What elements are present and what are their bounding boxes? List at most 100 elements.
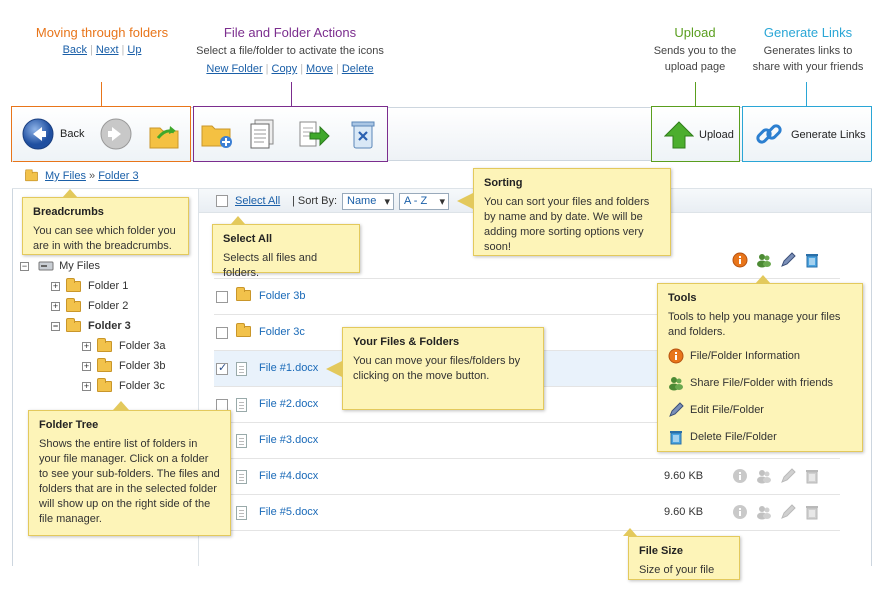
row-tools — [732, 504, 822, 522]
back-button[interactable]: Back — [22, 118, 92, 152]
edit-icon[interactable] — [780, 252, 796, 271]
document-icon — [236, 398, 247, 412]
tree-item-folder-1[interactable]: + Folder 1 — [51, 277, 128, 292]
share-icon[interactable] — [756, 468, 772, 487]
select-all-note: Select All Selects all files and folders… — [212, 224, 360, 279]
tools-note: Tools Tools to help you manage your file… — [657, 283, 863, 452]
tree-item-root[interactable]: − My Files — [20, 260, 100, 272]
file-name[interactable]: File #2.docx — [259, 398, 318, 410]
collapse-icon[interactable]: − — [20, 261, 29, 271]
expand-icon[interactable]: + — [82, 381, 91, 391]
tree-item-folder-2[interactable]: + Folder 2 — [51, 297, 129, 312]
sort-order-select[interactable]: A - Z ▾ — [399, 193, 449, 210]
list-item[interactable]: File #4.docx 9.60 KB — [214, 459, 840, 495]
upload-label: Upload — [699, 129, 734, 141]
document-icon — [236, 470, 247, 484]
tree-label: Folder 2 — [88, 300, 129, 312]
select-all-checkbox[interactable] — [216, 195, 228, 208]
delete-icon[interactable] — [350, 118, 376, 150]
next-link[interactable]: Next — [96, 44, 119, 56]
info-icon[interactable] — [732, 252, 748, 271]
forward-arrow-icon[interactable] — [100, 118, 132, 150]
select-all-link[interactable]: Select All — [235, 195, 280, 207]
note-pointer — [326, 361, 342, 377]
folder-tree-note: Folder Tree Shows the entire list of fol… — [28, 410, 231, 536]
note-body: You can move your files/folders by click… — [353, 355, 521, 382]
upload-button[interactable]: Upload — [651, 106, 740, 162]
expand-icon[interactable]: + — [51, 301, 60, 311]
links-title: Generate Links — [763, 25, 853, 40]
new-folder-icon[interactable] — [200, 120, 234, 150]
copy-icon[interactable] — [249, 118, 279, 150]
links-desc-2: share with your friends — [752, 61, 864, 73]
folder-icon — [97, 377, 112, 392]
breadcrumb-folder-3[interactable]: Folder 3 — [98, 170, 138, 182]
header-tools — [732, 252, 822, 270]
trash-icon[interactable] — [804, 252, 820, 271]
row-checkbox[interactable] — [216, 327, 228, 339]
connector-line — [101, 82, 102, 106]
tree-label: Folder 3a — [119, 340, 166, 352]
connector-line — [291, 82, 292, 106]
breadcrumb-my-files[interactable]: My Files — [45, 170, 86, 182]
share-icon[interactable] — [756, 252, 772, 271]
file-name[interactable]: Folder 3c — [259, 326, 305, 338]
note-title: Your Files & Folders — [353, 336, 460, 348]
tree-item-folder-3b[interactable]: + Folder 3b — [82, 357, 165, 372]
sort-field-select[interactable]: Name ▾ — [342, 193, 394, 210]
expand-icon[interactable]: + — [82, 361, 91, 371]
row-checkbox[interactable] — [216, 361, 228, 375]
tree-item-folder-3a[interactable]: + Folder 3a — [82, 337, 166, 352]
edit-icon — [669, 402, 684, 417]
note-title: Folder Tree — [39, 419, 99, 431]
note-pointer — [62, 189, 78, 198]
tree-label: My Files — [59, 260, 101, 272]
copy-link[interactable]: Copy — [272, 63, 298, 75]
info-icon[interactable] — [732, 504, 748, 523]
edit-icon[interactable] — [780, 468, 796, 487]
file-name[interactable]: File #5.docx — [259, 506, 318, 518]
tree-label: Folder 3 — [88, 320, 131, 332]
tree-item-folder-3c[interactable]: + Folder 3c — [82, 377, 165, 392]
up-link[interactable]: Up — [127, 44, 141, 56]
edit-icon[interactable] — [780, 504, 796, 523]
file-size-note: File Size Size of your file — [628, 536, 740, 580]
back-link[interactable]: Back — [63, 44, 87, 56]
connector-line — [806, 82, 807, 106]
collapse-icon[interactable]: − — [51, 321, 60, 331]
expand-icon[interactable]: + — [51, 281, 60, 291]
breadcrumb-bar — [12, 162, 872, 189]
generate-links-button[interactable]: Generate Links — [742, 106, 872, 162]
note-body: Selects all files and folders. — [223, 252, 318, 279]
info-icon — [668, 348, 684, 364]
file-name[interactable]: Folder 3b — [259, 290, 305, 302]
trash-icon[interactable] — [804, 468, 820, 487]
file-name[interactable]: File #1.docx — [259, 362, 318, 374]
row-checkbox[interactable] — [216, 291, 228, 303]
file-name[interactable]: File #4.docx — [259, 470, 318, 482]
list-item[interactable]: File #5.docx 9.60 KB — [214, 495, 840, 531]
trash-icon[interactable] — [804, 504, 820, 523]
share-icon[interactable] — [756, 504, 772, 523]
new-folder-link[interactable]: New Folder — [206, 63, 262, 75]
info-icon[interactable] — [732, 468, 748, 487]
note-body: Shows the entire list of folders in your… — [39, 438, 220, 525]
file-name[interactable]: File #3.docx — [259, 434, 318, 446]
tree-item-folder-3[interactable]: − Folder 3 — [51, 317, 131, 332]
up-folder-icon[interactable] — [148, 120, 180, 150]
breadcrumb-separator: » — [89, 170, 96, 182]
move-link[interactable]: Move — [306, 63, 333, 75]
note-pointer — [231, 216, 245, 224]
upload-icon — [664, 121, 694, 149]
sort-order-value: A - Z — [404, 195, 428, 207]
sorting-note: Sorting You can sort your files and fold… — [473, 168, 671, 256]
note-body: Size of your file — [639, 564, 715, 576]
delete-link[interactable]: Delete — [342, 63, 374, 75]
files-note: Your Files & Folders You can move your f… — [342, 327, 544, 410]
expand-icon[interactable]: + — [82, 341, 91, 351]
note-body: Tools to help you manage your files and … — [668, 311, 841, 338]
move-icon[interactable] — [298, 120, 330, 150]
actions-title: File and Folder Actions — [223, 25, 357, 40]
note-pointer — [457, 193, 473, 209]
note-pointer — [113, 401, 129, 410]
